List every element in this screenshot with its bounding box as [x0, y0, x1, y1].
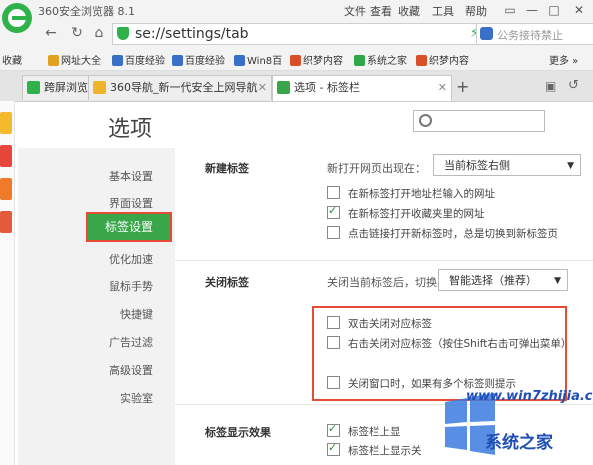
menu-tools[interactable]: 工具: [432, 3, 454, 19]
checkbox[interactable]: [327, 226, 340, 239]
restore-tab-icon[interactable]: ↺: [568, 78, 579, 93]
option-new-tab-address-bar[interactable]: 在新标签打开地址栏输入的网址: [327, 186, 495, 201]
sidebar-item-interface[interactable]: 界面设置: [18, 195, 153, 211]
refresh-icon[interactable]: ↻: [68, 24, 86, 42]
tab-360-nav[interactable]: 360导航_新一代安全上网导航 ✕: [88, 75, 272, 100]
section-title-display: 标签显示效果: [205, 426, 271, 439]
sidebar-item-shortcuts[interactable]: 快捷键: [18, 306, 153, 322]
bookmark-item[interactable]: 系统之家: [354, 52, 407, 67]
browser-logo-icon: [2, 3, 32, 33]
option-display-2[interactable]: 标签栏上显示关: [327, 441, 422, 458]
page-title: 选项: [108, 117, 153, 142]
sidebar-item-adblock[interactable]: 广告过滤: [18, 334, 153, 350]
minimize-button[interactable]: —: [523, 1, 541, 19]
wrench-icon: [277, 81, 290, 94]
new-tab-icon[interactable]: +: [456, 77, 469, 96]
menu-help[interactable]: 帮助: [465, 3, 487, 19]
close-tab-switch-select[interactable]: 智能选择（推荐） ▼: [438, 269, 568, 291]
dedecms-icon: [290, 55, 301, 66]
extension-icon[interactable]: [0, 211, 12, 233]
skin-button[interactable]: ▭: [501, 1, 519, 19]
address-text[interactable]: se://settings/tab: [135, 26, 249, 42]
option-switch-new-tab[interactable]: 点击链接打开新标签时，总是切换到新标签页: [327, 226, 558, 241]
sidebar-item-advanced[interactable]: 高级设置: [18, 362, 153, 378]
settings-search-input[interactable]: [413, 110, 545, 132]
baidu-paw-icon: [172, 55, 183, 66]
watermark-url: www.win7zhijia.cn: [466, 389, 593, 404]
new-tab-position-label: 新打开网页出现在：: [327, 162, 426, 175]
section-title-new-tab: 新建标签: [205, 162, 249, 175]
divider: [175, 260, 593, 261]
highlight-box: [312, 306, 567, 401]
close-button[interactable]: ✕: [570, 1, 588, 19]
favorite-star-icon[interactable]: [0, 112, 12, 134]
sidebar-item-lab[interactable]: 实验室: [18, 390, 153, 406]
menu-file[interactable]: 文件: [344, 3, 366, 19]
bookmark-icon: [48, 55, 59, 66]
close-tab-icon[interactable]: ✕: [258, 76, 267, 100]
tab-cross-screen[interactable]: 跨屏浏览: [22, 75, 90, 100]
option-new-tab-favorites[interactable]: 在新标签打开收藏夹里的网址: [327, 204, 485, 221]
watermark-site-name: 系统之家: [485, 433, 553, 453]
search-box[interactable]: 公务接待禁止: [476, 23, 593, 45]
checkbox-checked[interactable]: [327, 422, 340, 437]
maximize-button[interactable]: □: [545, 1, 563, 19]
sidebar-item-gestures[interactable]: 鼠标手势: [18, 278, 153, 294]
home-icon[interactable]: ⌂: [90, 24, 108, 42]
search-input[interactable]: 公务接待禁止: [497, 27, 563, 43]
checkbox-checked[interactable]: [327, 204, 340, 219]
bookmarks-more[interactable]: 更多 »: [549, 52, 578, 67]
back-icon[interactable]: ←: [42, 24, 60, 42]
360-nav-icon: [93, 81, 106, 94]
bookmark-item[interactable]: Win8百: [234, 52, 282, 67]
tab-list-icon[interactable]: ▣: [545, 79, 556, 93]
option-display-1[interactable]: 标签栏上显: [327, 422, 401, 439]
baidu-paw-icon: [234, 55, 245, 66]
bookmark-item[interactable]: 百度经验: [172, 52, 225, 67]
site-icon: [354, 55, 365, 66]
extension-icon[interactable]: [0, 178, 12, 200]
checkbox-checked[interactable]: [327, 441, 340, 456]
search-icon: [419, 114, 432, 127]
new-tab-position-select[interactable]: 当前标签右侧 ▼: [433, 154, 581, 176]
cross-screen-icon: [27, 81, 40, 94]
section-title-close-tab: 关闭标签: [205, 276, 249, 289]
divider: [175, 404, 593, 405]
sidebar-item-basic[interactable]: 基本设置: [18, 168, 153, 184]
bookmark-item[interactable]: 织梦内容: [290, 52, 343, 67]
menu-view[interactable]: 查看: [370, 3, 392, 19]
address-bar[interactable]: se://settings/tab: [112, 23, 494, 45]
baidu-paw-icon: [112, 55, 123, 66]
bookmark-item[interactable]: 织梦内容: [416, 52, 469, 67]
weibo-icon[interactable]: [0, 145, 12, 167]
close-tab-icon[interactable]: ✕: [438, 76, 447, 100]
dedecms-icon: [416, 55, 427, 66]
bookmark-favorites[interactable]: 收藏: [2, 52, 22, 67]
bookmark-item[interactable]: 网址大全: [48, 52, 101, 67]
search-engine-icon[interactable]: [480, 27, 493, 40]
tab-settings[interactable]: 选项 - 标签栏 ✕: [272, 75, 452, 101]
bookmark-item[interactable]: 百度经验: [112, 52, 165, 67]
sidebar-item-tabs[interactable]: 标签设置: [86, 212, 172, 242]
security-shield-icon: [117, 27, 129, 40]
sidebar-item-optimize[interactable]: 优化加速: [18, 251, 153, 267]
checkbox[interactable]: [327, 186, 340, 199]
window-title: 360安全浏览器 8.1: [38, 5, 135, 18]
menu-favorites[interactable]: 收藏: [398, 3, 420, 19]
dropdown-arrow-icon: ▼: [567, 161, 574, 171]
dropdown-arrow-icon: ▼: [554, 276, 561, 286]
